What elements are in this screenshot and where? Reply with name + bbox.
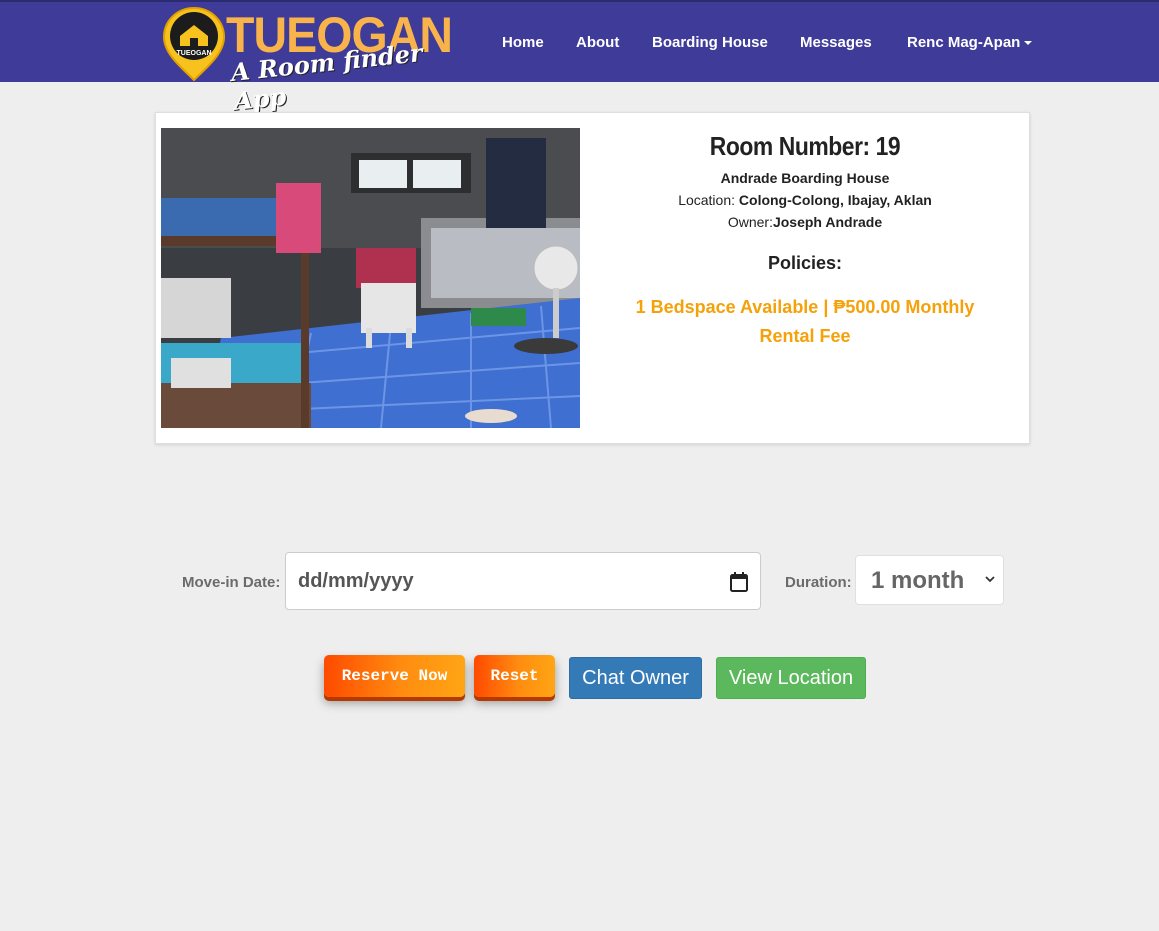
owner-label: Owner: xyxy=(727,214,773,230)
move-in-label: Move-in Date: xyxy=(182,574,281,591)
owner-line: Owner:Joseph Andrade xyxy=(596,211,1014,233)
move-in-date-input[interactable]: dd/mm/yyyy xyxy=(285,552,761,610)
room-card: Room Number: 19 Andrade Boarding House L… xyxy=(155,112,1030,444)
duration-label: Duration: xyxy=(785,574,852,591)
reserve-now-button[interactable]: Reserve Now xyxy=(324,655,465,697)
room-image xyxy=(161,128,580,428)
caret-down-icon xyxy=(1024,41,1033,46)
policies-heading: Policies: xyxy=(767,253,843,273)
brand-logo[interactable]: TUEOGAN TUEOGAN A Room finder App xyxy=(162,6,462,116)
nav-home[interactable]: Home xyxy=(502,34,544,54)
nav-about[interactable]: About xyxy=(576,34,619,54)
date-placeholder: dd/mm/yyyy xyxy=(298,570,414,592)
nav-boarding-house[interactable]: Boarding House xyxy=(652,34,768,54)
nav-messages[interactable]: Messages xyxy=(800,34,872,54)
view-location-button[interactable]: View Location xyxy=(716,657,866,699)
duration-value: 1 month xyxy=(871,567,965,594)
policy-text: 1 Bedspace Available | ₱500.00 Monthly R… xyxy=(635,297,975,346)
location-label: Location: xyxy=(678,192,739,208)
calendar-icon[interactable] xyxy=(730,572,748,592)
chat-owner-button[interactable]: Chat Owner xyxy=(569,657,702,699)
logo-pin-text: TUEOGAN xyxy=(177,50,212,57)
duration-select[interactable]: 1 month xyxy=(855,555,1004,605)
user-name: Renc Mag-Apan xyxy=(907,34,1021,51)
reset-button[interactable]: Reset xyxy=(474,655,555,697)
room-title: Room Number: 19 xyxy=(709,131,901,161)
location-line: Location: Colong-Colong, Ibajay, Aklan xyxy=(596,189,1014,211)
location-pin-icon: TUEOGAN xyxy=(162,6,226,82)
navbar: TUEOGAN TUEOGAN A Room finder App Home A… xyxy=(0,0,1159,116)
boarding-house-name: Andrade Boarding House xyxy=(720,170,890,186)
room-photo xyxy=(161,128,580,428)
chevron-down-icon xyxy=(985,576,995,583)
nav-user-dropdown[interactable]: Renc Mag-Apan xyxy=(907,34,1033,54)
room-info: Room Number: 19 Andrade Boarding House L… xyxy=(596,131,1014,351)
location-value: Colong-Colong, Ibajay, Aklan xyxy=(738,192,932,208)
owner-value: Joseph Andrade xyxy=(772,214,883,230)
